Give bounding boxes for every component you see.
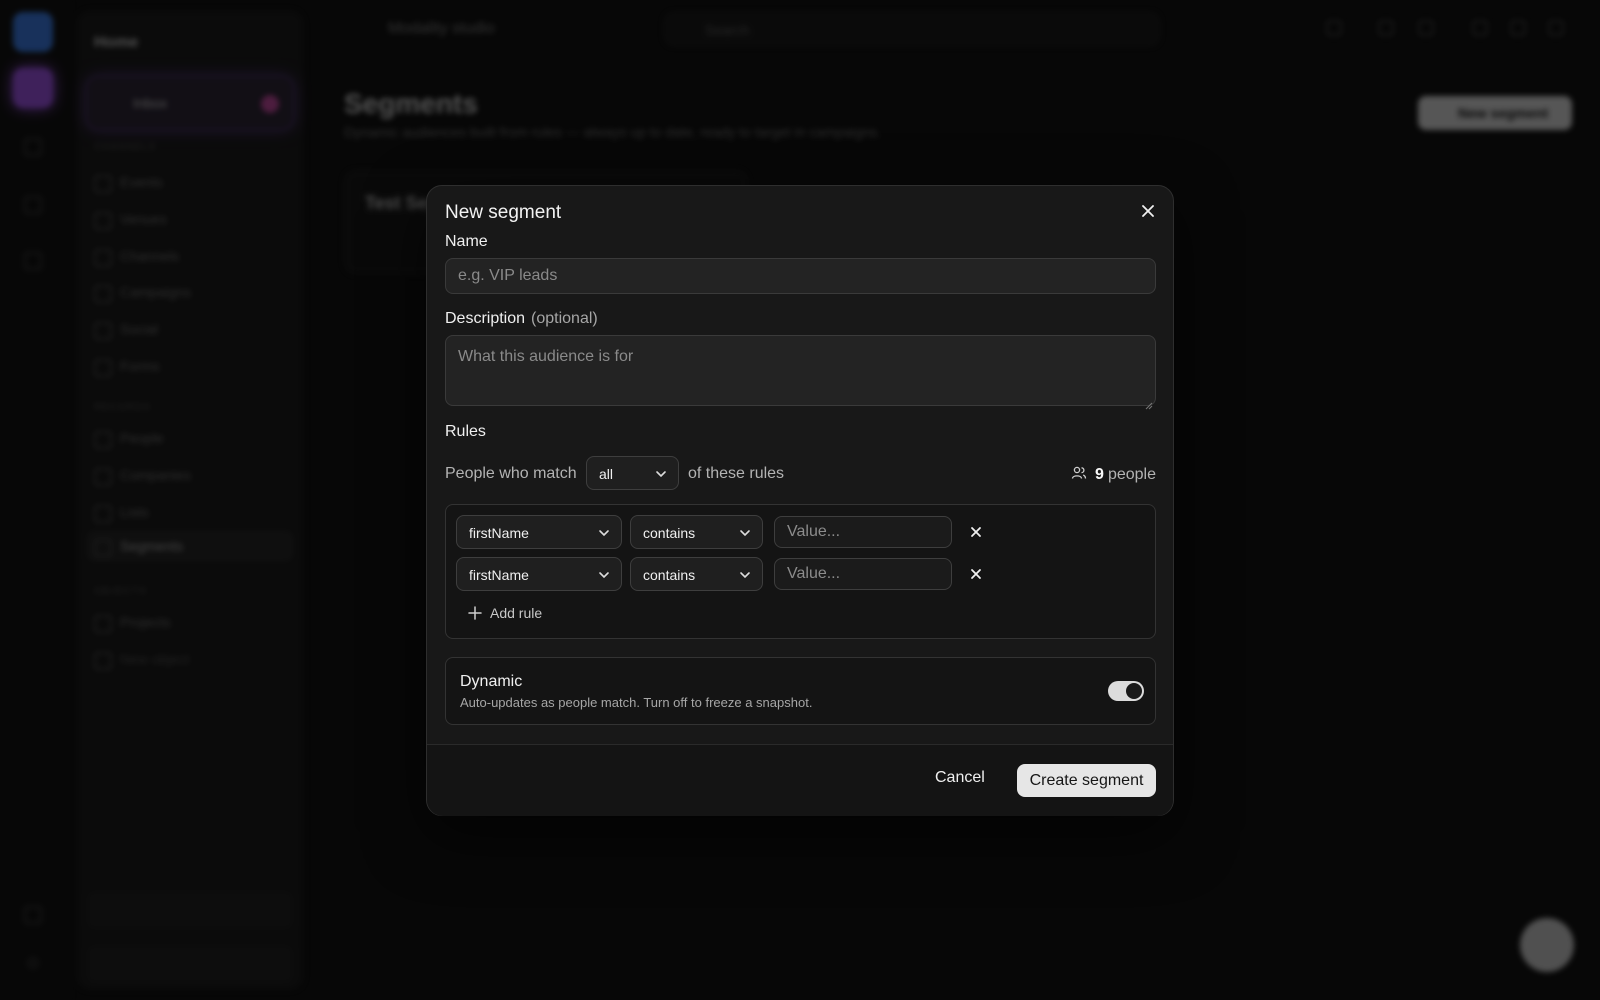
description-label-text: Description — [445, 310, 526, 327]
close-button[interactable] — [1137, 200, 1159, 222]
toggle-knob — [1126, 683, 1142, 699]
rules-label: Rules — [445, 423, 486, 440]
chevron-down-icon — [740, 572, 750, 579]
rule-operator-select[interactable]: contains — [630, 557, 763, 591]
rule-field-value: firstName — [469, 525, 529, 541]
rule-value-input[interactable] — [774, 558, 952, 590]
dialog-title: New segment — [445, 202, 562, 223]
people-count: 9 people — [1071, 465, 1156, 484]
cancel-button[interactable]: Cancel — [935, 769, 985, 787]
add-rule-button[interactable]: Add rule — [468, 605, 542, 621]
rule-row: firstName contains — [456, 557, 1146, 593]
people-count-label: people — [1107, 466, 1156, 483]
create-segment-button[interactable]: Create segment — [1017, 764, 1156, 797]
rule-field-value: firstName — [469, 567, 529, 583]
dynamic-description: Auto-updates as people match. Turn off t… — [460, 695, 813, 710]
plus-icon — [468, 606, 482, 620]
rules-list: firstName contains firstName contains — [445, 504, 1156, 639]
rule-value-input[interactable] — [774, 516, 952, 548]
chevron-down-icon — [656, 471, 666, 478]
optional-hint: (optional) — [531, 310, 598, 327]
add-rule-label: Add rule — [490, 605, 543, 621]
remove-rule-icon[interactable] — [968, 524, 984, 540]
dynamic-setting: Dynamic Auto-updates as people match. Tu… — [445, 657, 1156, 725]
description-field[interactable] — [445, 335, 1156, 406]
name-label: Name — [445, 233, 488, 250]
chevron-down-icon — [599, 572, 609, 579]
chevron-down-icon — [599, 530, 609, 537]
description-label: Description (optional) — [445, 310, 598, 328]
remove-rule-icon[interactable] — [968, 566, 984, 582]
rule-row: firstName contains — [456, 515, 1146, 551]
match-row: People who match all of these rules 9 peo… — [445, 456, 1156, 492]
rule-operator-value: contains — [643, 567, 696, 583]
dialog-footer: Cancel Create segment — [427, 744, 1173, 816]
match-mode-select[interactable]: all — [586, 456, 679, 490]
rule-field-select[interactable]: firstName — [456, 515, 622, 549]
new-segment-dialog: New segment Name Description (optional) R… — [426, 185, 1174, 816]
dynamic-toggle[interactable] — [1108, 681, 1144, 701]
dynamic-title: Dynamic — [460, 673, 523, 690]
people-count-value: 9 — [1095, 466, 1104, 483]
name-field[interactable] — [445, 258, 1156, 294]
resize-grip-icon[interactable] — [1145, 402, 1153, 410]
match-prefix: People who match — [445, 465, 577, 482]
people-icon — [1071, 466, 1086, 479]
close-icon — [1142, 205, 1154, 217]
rule-operator-value: contains — [643, 525, 696, 541]
match-suffix: of these rules — [688, 465, 785, 482]
rule-field-select[interactable]: firstName — [456, 557, 622, 591]
rule-operator-select[interactable]: contains — [630, 515, 763, 549]
chevron-down-icon — [740, 530, 750, 537]
match-mode-value: all — [599, 466, 614, 482]
